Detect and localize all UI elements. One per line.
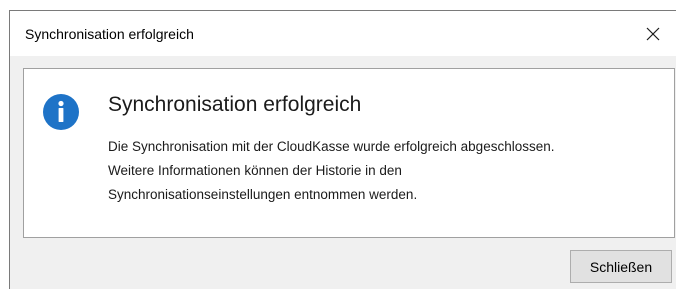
title-bar[interactable]: Synchronisation erfolgreich <box>10 11 676 56</box>
message-panel: Synchronisation erfolgreich Die Synchron… <box>23 68 675 238</box>
dialog-message: Die Synchronisation mit der CloudKasse w… <box>108 135 668 207</box>
dialog-heading: Synchronisation erfolgreich <box>108 93 362 116</box>
info-icon <box>43 94 79 130</box>
message-line: Die Synchronisation mit der CloudKasse w… <box>108 139 555 154</box>
message-line: Weitere Informationen können der Histori… <box>108 163 402 178</box>
close-icon <box>646 27 660 40</box>
window-title: Synchronisation erfolgreich <box>25 26 194 42</box>
window-close-button[interactable] <box>630 11 676 56</box>
dialog-window: Synchronisation erfolgreich Synchronisat… <box>9 10 676 289</box>
close-button[interactable]: Schließen <box>570 250 672 283</box>
message-line: Synchronisationseinstellungen entnommen … <box>108 187 418 202</box>
